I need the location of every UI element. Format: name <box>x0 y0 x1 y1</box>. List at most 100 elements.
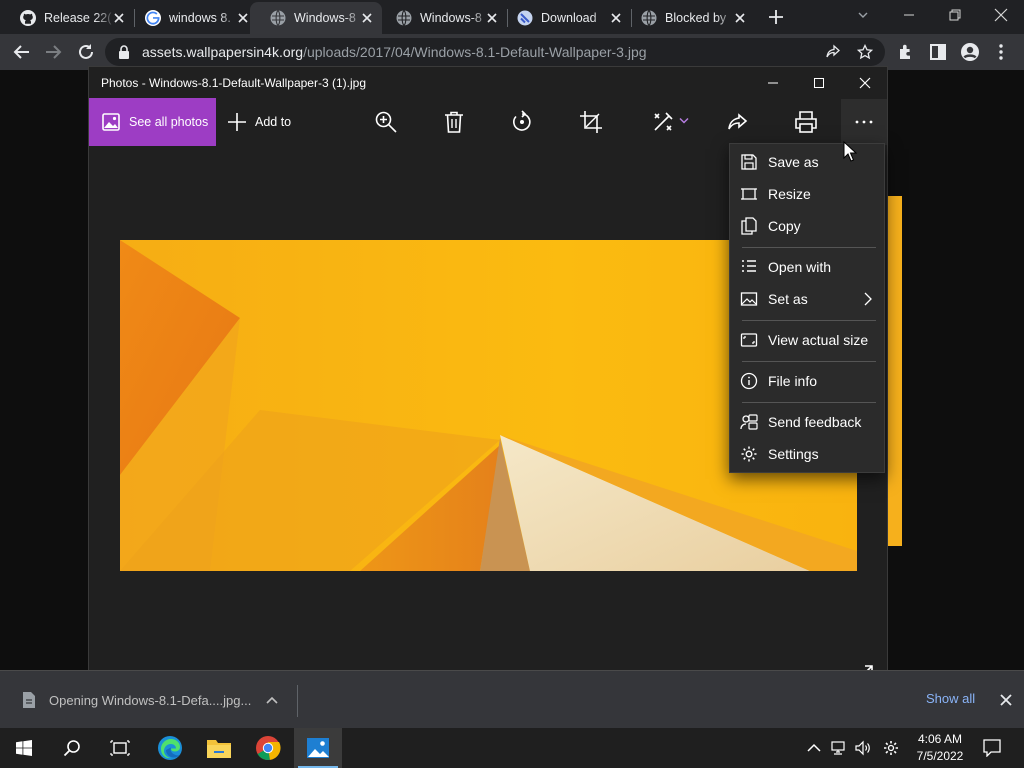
chevron-up-icon[interactable] <box>265 694 279 706</box>
close-icon[interactable] <box>112 11 126 25</box>
tab-release[interactable]: Release 22( <box>0 2 134 34</box>
globe-icon <box>270 10 286 26</box>
tab-title: Blocked by <box>665 11 727 25</box>
page-wallpaper-image-edge <box>887 196 902 546</box>
close-icon[interactable] <box>236 11 250 25</box>
search-button[interactable] <box>48 728 96 768</box>
menu-item-settings[interactable]: Settings <box>730 439 884 469</box>
more-options-menu: Save as Resize Copy Open with Set as Vie… <box>729 143 885 473</box>
tab-title: Windows-8 <box>294 11 356 25</box>
forward-icon[interactable] <box>42 41 64 63</box>
minimize-icon <box>904 14 914 16</box>
chevron-up-icon[interactable] <box>806 740 822 756</box>
taskbar-chrome[interactable] <box>244 728 292 768</box>
taskbar-photos-active[interactable] <box>294 728 342 768</box>
bookmark-star-icon[interactable] <box>857 44 873 60</box>
menu-item-view-actual-size[interactable]: View actual size <box>730 325 884 355</box>
volume-icon[interactable] <box>855 740 871 756</box>
tab-title: Release 22( <box>44 11 112 25</box>
profile-avatar-icon[interactable] <box>960 42 980 62</box>
windows-taskbar: 4:06 AM 7/5/2022 <box>0 728 1024 768</box>
mouse-cursor-icon <box>843 141 857 162</box>
menu-item-copy[interactable]: Copy <box>730 211 884 241</box>
edge-icon <box>158 736 182 760</box>
share-icon[interactable] <box>726 110 750 134</box>
menu-item-resize[interactable]: Resize <box>730 179 884 209</box>
show-all-downloads-button[interactable]: Show all <box>926 691 975 706</box>
maximize-icon[interactable] <box>808 72 830 94</box>
lock-icon[interactable] <box>118 45 130 59</box>
close-icon[interactable] <box>360 11 374 25</box>
close-icon[interactable] <box>998 692 1014 708</box>
edit-enhance-icon[interactable] <box>651 110 675 134</box>
tab-title: windows 8. <box>169 11 231 25</box>
share-icon[interactable] <box>825 44 841 60</box>
close-icon <box>994 8 1008 22</box>
tab-windows-wallpaper-active[interactable]: Windows-8 <box>250 2 382 34</box>
tab-download[interactable]: Download <box>497 2 631 34</box>
copy-icon <box>741 217 757 235</box>
windows-logo-icon <box>16 740 32 756</box>
crop-icon[interactable] <box>579 110 603 134</box>
more-options-button[interactable] <box>841 99 887 145</box>
actual-size-icon <box>740 333 758 347</box>
menu-item-set-as[interactable]: Set as <box>730 284 884 314</box>
taskbar-clock[interactable]: 4:06 AM 7/5/2022 <box>912 731 968 765</box>
globe-icon <box>396 10 412 26</box>
address-bar[interactable]: assets.wallpapersin4k.org/uploads/2017/0… <box>105 38 885 66</box>
taskbar-edge[interactable] <box>146 728 194 768</box>
side-panel-icon[interactable] <box>928 42 948 62</box>
back-icon[interactable] <box>11 41 33 63</box>
gear-icon <box>741 446 757 462</box>
chrome-menu-icon[interactable] <box>993 42 1009 62</box>
download-shelf: Opening Windows-8.1-Defa....jpg... Show … <box>0 670 1024 728</box>
restore-button[interactable] <box>932 0 978 30</box>
clock-date: 7/5/2022 <box>916 749 964 763</box>
chrome-icon <box>256 736 281 760</box>
menu-item-label: Set as <box>768 291 808 307</box>
network-icon[interactable] <box>831 740 847 756</box>
add-to-button[interactable]: Add to <box>227 98 291 146</box>
globe-icon <box>641 10 657 26</box>
new-tab-icon[interactable] <box>768 9 784 25</box>
menu-separator <box>742 247 876 248</box>
tab-search-icon[interactable] <box>857 9 869 21</box>
ellipsis-icon <box>855 120 873 124</box>
restore-icon <box>949 9 961 21</box>
gear-icon[interactable] <box>883 740 899 756</box>
print-icon[interactable] <box>794 110 818 134</box>
extensions-icon[interactable] <box>896 42 916 62</box>
menu-item-save-as[interactable]: Save as <box>730 147 884 177</box>
rotate-icon[interactable] <box>510 110 534 134</box>
resize-icon <box>741 188 757 200</box>
delete-trash-icon[interactable] <box>442 110 466 134</box>
start-button[interactable] <box>0 728 48 768</box>
menu-item-open-with[interactable]: Open with <box>730 252 884 282</box>
tab-google-search[interactable]: windows 8. <box>125 2 258 34</box>
see-all-photos-button[interactable]: See all photos <box>89 98 216 146</box>
taskbar-file-explorer[interactable] <box>195 728 243 768</box>
task-view-icon <box>110 740 130 756</box>
tab-blocked[interactable]: Blocked by <box>621 2 755 34</box>
reload-icon[interactable] <box>75 41 97 63</box>
close-icon[interactable] <box>854 72 876 94</box>
minimize-button[interactable] <box>886 0 932 30</box>
close-window-button[interactable] <box>978 0 1024 30</box>
menu-item-label: Copy <box>768 218 801 234</box>
github-icon <box>20 10 36 26</box>
folder-icon <box>207 740 231 758</box>
chevron-down-icon[interactable] <box>679 117 689 125</box>
url-text[interactable]: assets.wallpapersin4k.org/uploads/2017/0… <box>142 44 647 60</box>
tab-windows-wallpaper-2[interactable]: Windows-8 <box>376 2 507 34</box>
download-item-status[interactable]: Opening Windows-8.1-Defa....jpg... <box>49 693 251 708</box>
menu-item-file-info[interactable]: File info <box>730 366 884 396</box>
photos-window-title: Photos - Windows-8.1-Default-Wallpaper-3… <box>101 76 366 90</box>
tab-title: Download <box>541 11 597 25</box>
notification-center-icon[interactable] <box>983 739 1001 757</box>
minimize-icon[interactable] <box>762 72 784 94</box>
close-icon[interactable] <box>733 11 747 25</box>
file-icon <box>23 692 35 708</box>
task-view-button[interactable] <box>96 728 144 768</box>
menu-item-send-feedback[interactable]: Send feedback <box>730 407 884 437</box>
zoom-in-icon[interactable] <box>374 110 398 134</box>
